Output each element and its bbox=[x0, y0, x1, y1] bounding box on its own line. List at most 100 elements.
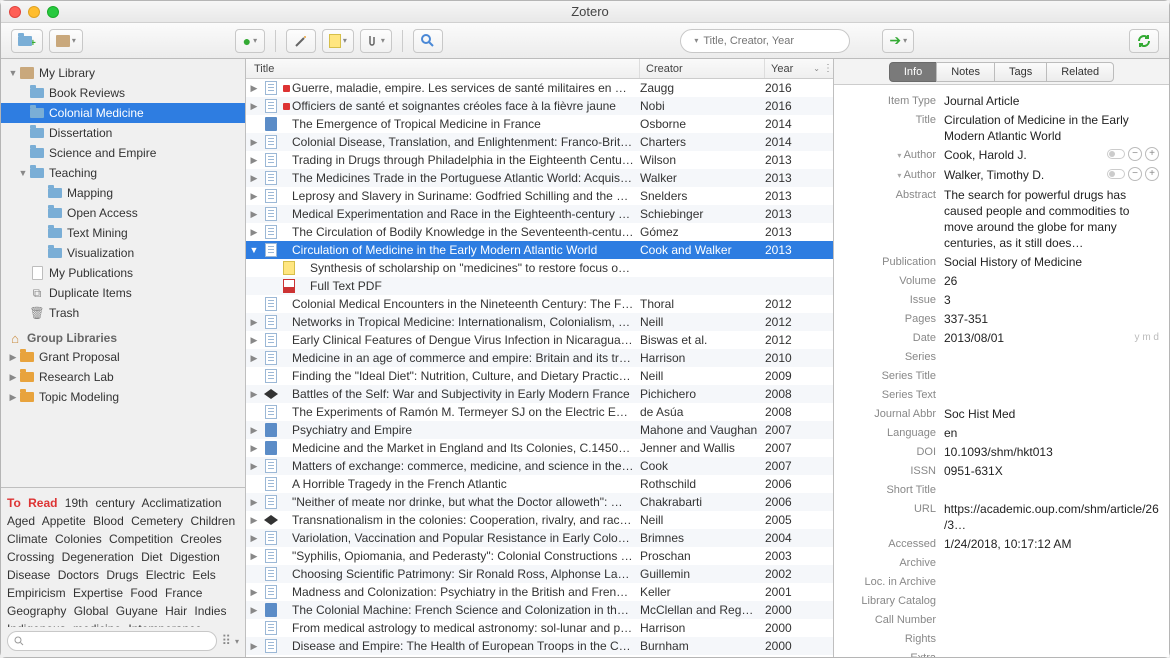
add-attachment-button[interactable]: ▾ bbox=[360, 29, 392, 53]
list-item[interactable]: ▶"Neither of meate nor drinke, but what … bbox=[246, 493, 833, 511]
list-item[interactable]: ▶Matters of exchange: commerce, medicine… bbox=[246, 457, 833, 475]
sync-button[interactable] bbox=[1129, 29, 1159, 53]
list-item[interactable]: A Horrible Tragedy in the French Atlanti… bbox=[246, 475, 833, 493]
expand-arrow[interactable]: ▶ bbox=[246, 497, 262, 508]
expand-arrow[interactable]: ▶ bbox=[246, 317, 262, 328]
collection-item[interactable]: Dissertation bbox=[1, 123, 245, 143]
expand-arrow[interactable]: ▶ bbox=[246, 533, 262, 544]
list-item[interactable]: ▶Medicine in an age of commerce and empi… bbox=[246, 349, 833, 367]
field-volume[interactable]: 26 bbox=[944, 273, 1159, 289]
list-item[interactable]: ▶Early Clinical Features of Dengue Virus… bbox=[246, 331, 833, 349]
creator-switch[interactable] bbox=[1107, 149, 1125, 159]
list-item[interactable]: ▶Psychiatry and EmpireMahone and Vaughan… bbox=[246, 421, 833, 439]
list-item[interactable]: ▶Guerre, maladie, empire. Les services d… bbox=[246, 79, 833, 97]
remove-creator-button[interactable]: − bbox=[1128, 167, 1142, 181]
field-date[interactable]: 2013/08/01 bbox=[944, 330, 1135, 346]
list-item[interactable]: ▼Circulation of Medicine in the Early Mo… bbox=[246, 241, 833, 259]
tag-cloud[interactable]: To Read 19th century Acclimatization Age… bbox=[7, 494, 239, 627]
list-item[interactable]: ▶Madness and Colonization: Psychiatry in… bbox=[246, 583, 833, 601]
collection-item[interactable]: Text Mining bbox=[1, 223, 245, 243]
tab-related[interactable]: Related bbox=[1046, 62, 1114, 82]
expand-arrow[interactable]: ▶ bbox=[246, 209, 262, 220]
new-item-button[interactable]: ●▾ bbox=[235, 29, 265, 53]
advanced-search-button[interactable] bbox=[413, 29, 443, 53]
tab-tags[interactable]: Tags bbox=[994, 62, 1047, 82]
field-author[interactable]: Walker, Timothy D. bbox=[944, 167, 1107, 183]
zoom-window-button[interactable] bbox=[47, 6, 59, 18]
field-doi[interactable]: 10.1093/shm/hkt013 bbox=[944, 444, 1159, 460]
library-root[interactable]: ▼My Library bbox=[1, 63, 245, 83]
expand-arrow[interactable]: ▶ bbox=[246, 101, 262, 112]
field-pages[interactable]: 337-351 bbox=[944, 311, 1159, 327]
expand-arrow[interactable]: ▶ bbox=[246, 389, 262, 400]
expand-arrow[interactable]: ▶ bbox=[246, 641, 262, 652]
tab-notes[interactable]: Notes bbox=[936, 62, 995, 82]
add-creator-button[interactable]: + bbox=[1145, 167, 1159, 181]
expand-arrow[interactable]: ▶ bbox=[246, 443, 262, 454]
search-input[interactable] bbox=[703, 35, 845, 47]
list-item[interactable]: ▶Disease and Empire: The Health of Europ… bbox=[246, 637, 833, 655]
expand-arrow[interactable]: ▶ bbox=[246, 227, 262, 238]
list-item[interactable]: ▶"Syphilis, Opiomania, and Pederasty": C… bbox=[246, 547, 833, 565]
expand-arrow[interactable]: ▶ bbox=[246, 83, 262, 94]
tab-info[interactable]: Info bbox=[889, 62, 937, 82]
field-accessed[interactable]: 1/24/2018, 10:17:12 AM bbox=[944, 536, 1159, 552]
field-journal-abbr[interactable]: Soc Hist Med bbox=[944, 406, 1159, 422]
list-item[interactable]: ▶The Medicines Trade in the Portuguese A… bbox=[246, 169, 833, 187]
minimize-window-button[interactable] bbox=[28, 6, 40, 18]
field-issn[interactable]: 0951-631X bbox=[944, 463, 1159, 479]
list-item[interactable]: ▶Trading in Drugs through Philadelphia i… bbox=[246, 151, 833, 169]
field-publication[interactable]: Social History of Medicine bbox=[944, 254, 1159, 270]
expand-arrow[interactable]: ▶ bbox=[246, 353, 262, 364]
expand-arrow[interactable]: ▶ bbox=[246, 425, 262, 436]
search-mode-chevron[interactable]: ▾ bbox=[694, 36, 698, 45]
field-language[interactable]: en bbox=[944, 425, 1159, 441]
list-body[interactable]: ▶Guerre, maladie, empire. Les services d… bbox=[246, 79, 833, 657]
collection-item[interactable]: ▼Teaching bbox=[1, 163, 245, 183]
collection-item[interactable]: Book Reviews bbox=[1, 83, 245, 103]
list-item[interactable]: ▶Networks in Tropical Medicine: Internat… bbox=[246, 313, 833, 331]
list-item[interactable]: Synthesis of scholarship on "medicines" … bbox=[246, 259, 833, 277]
locate-button[interactable]: ➔▾ bbox=[882, 29, 914, 53]
expand-arrow[interactable]: ▶ bbox=[246, 155, 262, 166]
collection-item[interactable]: Visualization bbox=[1, 243, 245, 263]
expand-arrow[interactable]: ▶ bbox=[246, 137, 262, 148]
expand-arrow[interactable]: ▶ bbox=[246, 191, 262, 202]
col-title[interactable]: Title bbox=[246, 59, 640, 78]
field-url[interactable]: https://academic.oup.com/shm/article/26/… bbox=[944, 501, 1159, 533]
list-item[interactable]: ▶Transnationalism in the colonies: Coope… bbox=[246, 511, 833, 529]
duplicate-items[interactable]: ⧉Duplicate Items bbox=[1, 283, 245, 303]
tag-view-button[interactable]: ⠿ bbox=[221, 633, 231, 649]
list-item[interactable]: ▶Colonial Disease, Translation, and Enli… bbox=[246, 133, 833, 151]
list-item[interactable]: ▶Medical Experimentation and Race in the… bbox=[246, 205, 833, 223]
expand-arrow[interactable]: ▶ bbox=[246, 587, 262, 598]
list-item[interactable]: ▶The Colonial Machine: French Science an… bbox=[246, 601, 833, 619]
expand-arrow[interactable]: ▼ bbox=[246, 245, 262, 255]
collection-item[interactable]: Science and Empire bbox=[1, 143, 245, 163]
collection-item[interactable]: Colonial Medicine bbox=[1, 103, 245, 123]
new-collection-button[interactable]: + bbox=[11, 29, 43, 53]
list-item[interactable]: From medical astrology to medical astron… bbox=[246, 619, 833, 637]
field-title[interactable]: Circulation of Medicine in the Early Mod… bbox=[944, 112, 1159, 144]
expand-arrow[interactable]: ▶ bbox=[246, 551, 262, 562]
quick-search[interactable]: ▾ bbox=[680, 29, 850, 53]
list-item[interactable]: The Emergence of Tropical Medicine in Fr… bbox=[246, 115, 833, 133]
expand-arrow[interactable]: ▶ bbox=[246, 515, 262, 526]
list-item[interactable]: ▶The Circulation of Bodily Knowledge in … bbox=[246, 223, 833, 241]
expand-arrow[interactable]: ▶ bbox=[246, 335, 262, 346]
list-item[interactable]: The Experiments of Ramón M. Termeyer SJ … bbox=[246, 403, 833, 421]
close-window-button[interactable] bbox=[9, 6, 21, 18]
my-publications[interactable]: My Publications bbox=[1, 263, 245, 283]
collection-item[interactable]: Open Access bbox=[1, 203, 245, 223]
list-item[interactable]: ▶Variolation, Vaccination and Popular Re… bbox=[246, 529, 833, 547]
col-creator[interactable]: Creator bbox=[640, 59, 765, 78]
field-author[interactable]: Cook, Harold J. bbox=[944, 147, 1107, 163]
field-issue[interactable]: 3 bbox=[944, 292, 1159, 308]
expand-arrow[interactable]: ▶ bbox=[246, 461, 262, 472]
list-item[interactable]: Choosing Scientific Patrimony: Sir Ronal… bbox=[246, 565, 833, 583]
group-item[interactable]: ▶Research Lab bbox=[1, 367, 245, 387]
remove-creator-button[interactable]: − bbox=[1128, 147, 1142, 161]
tag-filter-input[interactable] bbox=[7, 631, 217, 651]
new-library-button[interactable]: ▾ bbox=[49, 29, 83, 53]
list-item[interactable]: Colonial Medical Encounters in the Ninet… bbox=[246, 295, 833, 313]
